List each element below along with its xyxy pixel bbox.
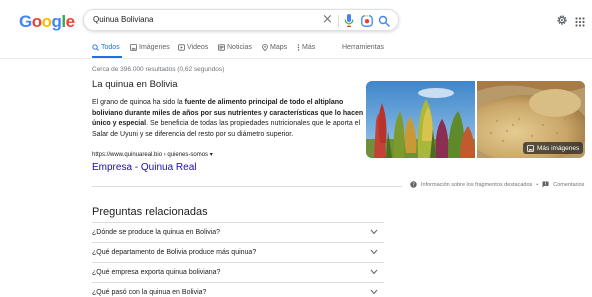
- related-questions-title: Preguntas relacionadas: [92, 206, 208, 218]
- image-icon: [527, 144, 534, 152]
- comments-link[interactable]: Comentarios: [553, 182, 584, 188]
- tab-maps[interactable]: Maps: [262, 44, 287, 51]
- question-text: ¿Dónde se produce la quinua en Bolivia?: [92, 229, 221, 236]
- logo-letter: G: [19, 12, 32, 31]
- image-icon: [130, 44, 137, 51]
- result-stats: Cerca de 396.000 resultados (0,62 segund…: [92, 66, 225, 73]
- related-question-item[interactable]: ¿Dónde se produce la quinua en Bolivia?: [92, 222, 384, 242]
- question-text: ¿Qué empresa exporta quinua boliviana?: [92, 269, 221, 276]
- related-question-item[interactable]: ¿Qué pasó con la quinua en Bolivia?: [92, 282, 384, 297]
- feedback-icon: [542, 181, 549, 188]
- map-pin-icon: [262, 44, 268, 51]
- tab-noticias[interactable]: Noticias: [218, 44, 252, 51]
- search-icon: [92, 44, 99, 51]
- microphone-icon[interactable]: [344, 14, 354, 32]
- chevron-down-icon: [370, 249, 378, 255]
- video-icon: [178, 44, 185, 51]
- tab-herramientas[interactable]: Herramientas: [342, 44, 384, 51]
- search-input[interactable]: Quinua Boliviana: [93, 15, 153, 24]
- tab-label: Videos: [187, 44, 209, 51]
- related-question-item[interactable]: ¿Qué empresa exporta quinua boliviana?: [92, 262, 384, 282]
- help-icon: ?: [410, 181, 417, 188]
- tab-label: Noticias: [227, 44, 252, 51]
- feedback-divider: [92, 186, 402, 187]
- logo-letter: o: [41, 12, 52, 31]
- separator-dot: •: [536, 181, 539, 188]
- caret-down-icon[interactable]: ▾: [210, 152, 213, 158]
- featured-snippet-text: El grano de quinoa ha sido la fuente de …: [92, 98, 364, 140]
- quinoa-plants-image[interactable]: [366, 81, 475, 158]
- logo-letter: o: [31, 12, 42, 31]
- featured-snippet-title: La quinua en Bolivia: [92, 79, 178, 90]
- search-icon[interactable]: [378, 14, 390, 32]
- tab-mas[interactable]: Más: [297, 44, 315, 51]
- source-title-link[interactable]: Empresa - Quinua Real: [92, 162, 197, 173]
- search-box[interactable]: Quinua Boliviana ×: [83, 9, 399, 31]
- logo-letter: e: [65, 12, 75, 31]
- chevron-down-icon: [370, 269, 378, 275]
- snippet-text-part: El grano de quinoa ha sido la: [92, 99, 185, 106]
- chevron-down-icon: [370, 289, 378, 295]
- chevron-down-icon: [370, 229, 378, 235]
- tab-label: Todos: [101, 44, 120, 51]
- feedback-row: ? Información sobre los fragmentos desta…: [410, 181, 584, 188]
- source-url-text: https://www.quinuareal.bio › quienes-som…: [92, 152, 209, 158]
- more-images-button[interactable]: Más imágenes: [523, 142, 584, 154]
- search-divider: [338, 15, 339, 27]
- related-question-item[interactable]: ¿Qué departamento de Bolivia produce más…: [92, 242, 384, 262]
- gear-icon[interactable]: [556, 13, 568, 31]
- google-lens-icon[interactable]: [361, 14, 373, 32]
- tab-label: Maps: [270, 44, 288, 51]
- snippet-info-link[interactable]: Información sobre los fragmentos destaca…: [421, 182, 532, 188]
- related-questions-list: ¿Dónde se produce la quinua en Bolivia? …: [92, 222, 384, 297]
- question-text: ¿Qué pasó con la quinua en Bolivia?: [92, 289, 207, 296]
- news-icon: [218, 44, 225, 51]
- tab-label: Herramientas: [342, 44, 385, 51]
- question-text: ¿Qué departamento de Bolivia produce más…: [92, 249, 257, 256]
- tab-videos[interactable]: Videos: [178, 44, 208, 51]
- more-vertical-icon: [297, 44, 300, 51]
- clear-icon[interactable]: ×: [322, 12, 333, 27]
- apps-grid-icon[interactable]: [575, 14, 585, 32]
- more-images-label: Más imágenes: [537, 144, 580, 152]
- tab-imagenes[interactable]: Imágenes: [130, 44, 170, 51]
- tab-todos[interactable]: Todos: [92, 44, 120, 51]
- svg-text:?: ?: [412, 182, 415, 188]
- tab-label: Imágenes: [139, 44, 170, 51]
- header-divider: [0, 58, 592, 59]
- source-url[interactable]: https://www.quinuareal.bio › quienes-som…: [92, 151, 213, 158]
- google-logo[interactable]: Google: [19, 12, 75, 32]
- tab-label: Más: [302, 44, 316, 51]
- logo-letter: g: [51, 12, 62, 31]
